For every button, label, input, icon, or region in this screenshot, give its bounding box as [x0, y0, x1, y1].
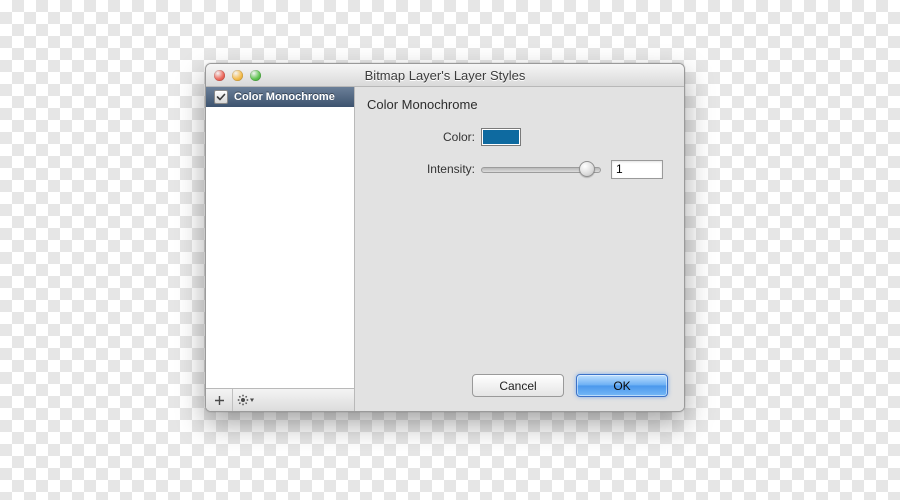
titlebar[interactable]: Bitmap Layer's Layer Styles: [206, 64, 684, 87]
minimize-button[interactable]: [232, 70, 243, 81]
style-enabled-checkbox[interactable]: [214, 90, 228, 104]
intensity-row: Intensity:: [355, 156, 684, 182]
style-settings-panel: Color Monochrome Color: Intensity: Cance: [355, 87, 684, 411]
add-style-button[interactable]: [206, 389, 233, 411]
styles-sidebar: Color Monochrome: [206, 87, 355, 411]
color-swatch[interactable]: [481, 128, 521, 146]
plus-icon: [214, 395, 225, 406]
zoom-button[interactable]: [250, 70, 261, 81]
sidebar-item-color-monochrome[interactable]: Color Monochrome: [206, 87, 354, 107]
cancel-button[interactable]: Cancel: [472, 374, 564, 397]
close-button[interactable]: [214, 70, 225, 81]
intensity-label: Intensity:: [355, 162, 481, 176]
ok-button[interactable]: OK: [576, 374, 668, 397]
styles-list: Color Monochrome: [206, 87, 354, 388]
chevron-down-icon: [250, 399, 254, 403]
layer-styles-window: Bitmap Layer's Layer Styles Color Monoch…: [205, 63, 685, 412]
color-row: Color:: [355, 124, 684, 150]
window-body: Color Monochrome: [206, 87, 684, 411]
intensity-slider[interactable]: [481, 161, 601, 177]
checkmark-icon: [216, 92, 226, 102]
slider-thumb[interactable]: [579, 161, 595, 177]
sidebar-item-label: Color Monochrome: [234, 91, 335, 103]
window-controls: [206, 70, 261, 81]
style-actions-button[interactable]: [233, 389, 259, 411]
dialog-buttons: Cancel OK: [472, 374, 668, 397]
panel-title: Color Monochrome: [355, 87, 684, 116]
gear-icon: [237, 394, 255, 406]
settings-form: Color: Intensity:: [355, 116, 684, 188]
intensity-input[interactable]: [611, 160, 663, 179]
window-title: Bitmap Layer's Layer Styles: [206, 68, 684, 83]
sidebar-footer: [206, 388, 354, 411]
color-label: Color:: [355, 130, 481, 144]
